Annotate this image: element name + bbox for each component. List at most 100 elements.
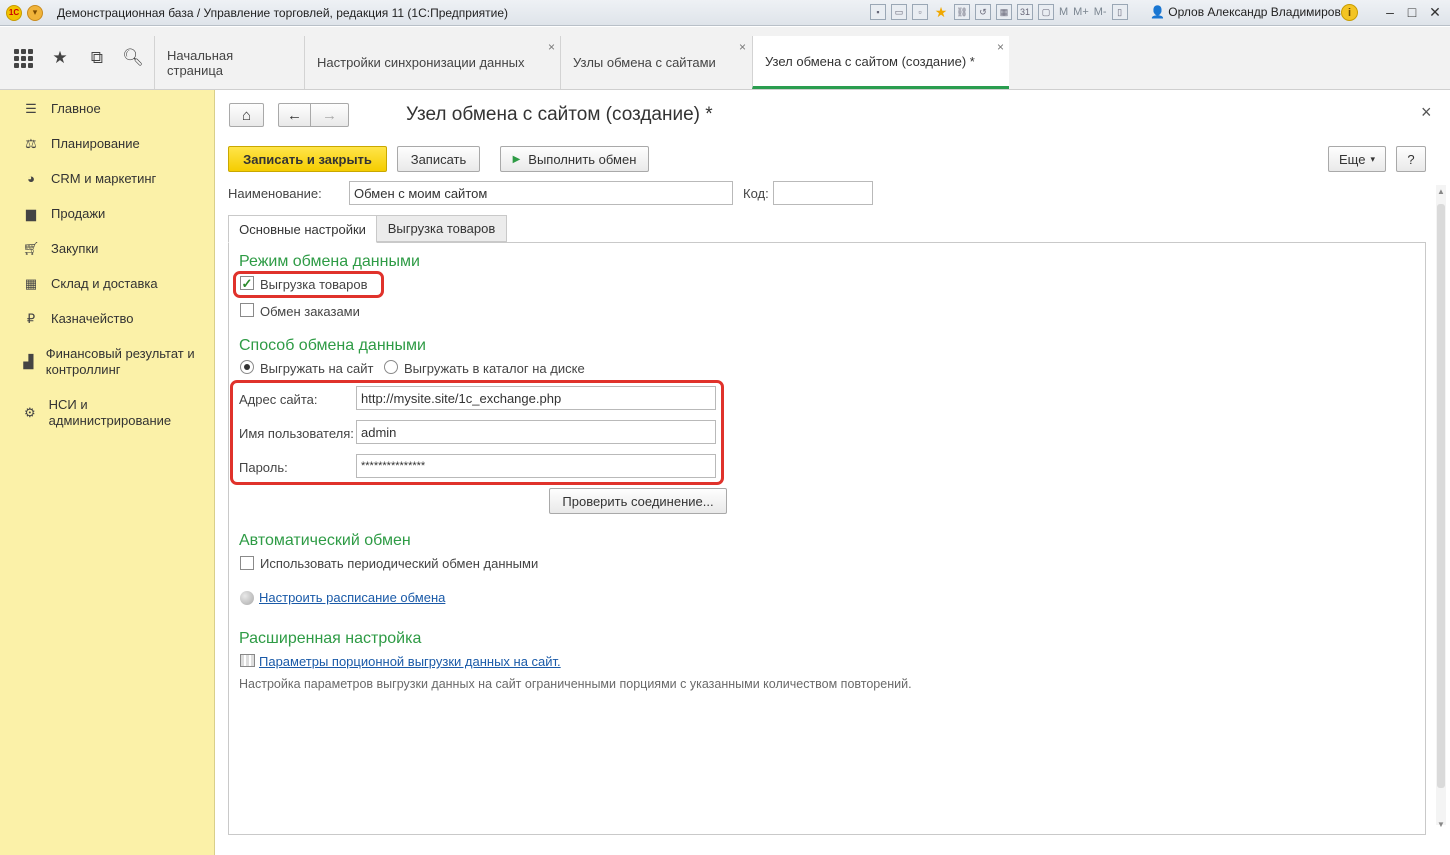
save-icon[interactable]: ▪ xyxy=(870,4,886,20)
upload-to-disk-radio[interactable] xyxy=(384,360,398,374)
run-exchange-label: Выполнить обмен xyxy=(528,151,637,167)
more-button[interactable]: Еще ▾ xyxy=(1328,146,1386,172)
tab-label: Начальная страница xyxy=(167,47,234,78)
tab-home[interactable]: Начальная страница xyxy=(154,36,303,89)
chevron-down-icon: ▾ xyxy=(1370,153,1375,164)
scroll-down-arrow-icon[interactable]: ▼ xyxy=(1437,820,1445,829)
code-input[interactable] xyxy=(773,181,873,205)
memory-minus-button[interactable]: M- xyxy=(1094,6,1107,18)
advanced-description: Настройка параметров выгрузки данных на … xyxy=(239,677,912,691)
upload-to-site-radio[interactable] xyxy=(240,360,254,374)
sidebar-item-sales[interactable]: ▆ Продажи xyxy=(22,206,105,222)
history-clock-icon[interactable]: ⧉ xyxy=(82,43,112,73)
exchange-orders-checkbox[interactable] xyxy=(240,303,254,317)
window-icon[interactable]: ▢ xyxy=(1038,4,1054,20)
sidebar-item-warehouse[interactable]: ▦ Склад и доставка xyxy=(22,276,158,292)
gear-icon: ⚙ xyxy=(23,405,36,420)
tab-label: Узлы обмена с сайтами xyxy=(573,55,716,70)
favorites-star-icon[interactable]: ★ xyxy=(45,43,75,73)
back-button[interactable]: ← xyxy=(278,103,311,127)
sections-sidebar: ☰ Главное ⚖ Планирование ◕ CRM и маркети… xyxy=(0,90,215,855)
home-button[interactable]: ⌂ xyxy=(229,103,264,127)
upload-to-disk-label: Выгружать в каталог на диске xyxy=(404,361,585,376)
periodic-exchange-checkbox[interactable] xyxy=(240,556,254,570)
shopping-bag-icon: ▆ xyxy=(26,206,36,221)
close-tab-icon[interactable]: × xyxy=(997,40,1004,54)
tab-exchange-nodes[interactable]: Узлы обмена с сайтами × xyxy=(560,36,751,89)
batch-export-params-link[interactable]: Параметры порционной выгрузки данных на … xyxy=(259,654,561,669)
print-icon[interactable]: ▭ xyxy=(891,4,907,20)
calendar-icon[interactable]: 31 xyxy=(1017,4,1033,20)
play-icon: ▶ xyxy=(512,153,521,165)
scroll-up-arrow-icon[interactable]: ▲ xyxy=(1437,187,1445,196)
close-window-button[interactable]: ✕ xyxy=(1424,2,1446,22)
menu-lines-icon: ☰ xyxy=(25,101,37,116)
name-label: Наименование: xyxy=(228,186,322,201)
form-content: ⌂ ← → Узел обмена с сайтом (создание) * … xyxy=(216,90,1450,855)
memory-m-button[interactable]: M xyxy=(1059,6,1068,18)
tab-label: Узел обмена с сайтом (создание) * xyxy=(765,53,975,69)
sidebar-item-admin[interactable]: ⚙ НСИ и администрирование xyxy=(22,397,192,429)
tab-goods-export[interactable]: Выгрузка товаров xyxy=(377,215,507,242)
preview-icon[interactable]: ▫ xyxy=(912,4,928,20)
section-auto-exchange: Автоматический обмен xyxy=(239,532,411,549)
more-label: Еще xyxy=(1339,151,1366,167)
upload-to-site-label: Выгружать на сайт xyxy=(260,361,374,376)
maximize-button[interactable]: □ xyxy=(1401,2,1423,22)
close-form-button[interactable]: × xyxy=(1421,102,1432,123)
planning-icon: ⚖ xyxy=(25,136,37,151)
section-advanced: Расширенная настройка xyxy=(239,630,422,647)
tab-main-settings[interactable]: Основные настройки xyxy=(228,215,377,243)
schedule-clock-icon xyxy=(240,591,254,605)
memory-plus-button[interactable]: M+ xyxy=(1073,6,1089,18)
table-settings-icon xyxy=(240,654,255,667)
code-label: Код: xyxy=(743,186,769,201)
panel-icon[interactable]: ▯ xyxy=(1111,4,1128,20)
save-button[interactable]: Записать xyxy=(397,146,480,172)
highlight-export-goods xyxy=(233,271,384,298)
current-user[interactable]: 👤 Орлов Александр Владимирович xyxy=(1150,5,1354,19)
pie-chart-icon: ◕ xyxy=(27,171,35,186)
link-icon[interactable]: ⛓ xyxy=(954,4,970,20)
forward-button[interactable]: → xyxy=(310,103,349,127)
calculator-icon[interactable]: ▦ xyxy=(996,4,1012,20)
periodic-exchange-label: Использовать периодический обмен данными xyxy=(260,556,539,571)
sidebar-item-treasury[interactable]: ₽ Казначейство xyxy=(22,311,134,327)
scrollbar-thumb[interactable] xyxy=(1437,204,1445,788)
configure-schedule-link[interactable]: Настроить расписание обмена xyxy=(259,590,445,605)
title-bar: 1С ▾ Демонстрационная база / Управление … xyxy=(0,0,1450,26)
run-exchange-button[interactable]: ▶ Выполнить обмен xyxy=(500,146,649,172)
bar-chart-icon: ▟ xyxy=(23,354,34,369)
warehouse-icon: ▦ xyxy=(24,276,38,291)
highlight-connection-fields xyxy=(230,380,724,485)
open-tabs-bar: ★ ⧉ 🔍︎ Начальная страница Настройки синх… xyxy=(0,27,1450,90)
tab-label: Настройки синхронизации данных xyxy=(317,55,525,70)
section-exchange-method: Способ обмена данными xyxy=(239,337,426,354)
save-and-close-button[interactable]: Записать и закрыть xyxy=(228,146,387,172)
tab-sync-settings[interactable]: Настройки синхронизации данных × xyxy=(304,36,560,89)
app-logo-icon[interactable]: 1С xyxy=(6,4,22,21)
check-connection-button[interactable]: Проверить соединение... xyxy=(549,488,727,514)
tab-exchange-node-create[interactable]: Узел обмена с сайтом (создание) * × xyxy=(752,36,1009,89)
history-icon[interactable]: ↺ xyxy=(975,4,991,20)
name-input[interactable]: Обмен с моим сайтом xyxy=(349,181,733,205)
close-tab-icon[interactable]: × xyxy=(548,40,555,54)
sidebar-item-main[interactable]: ☰ Главное xyxy=(22,101,101,117)
favorite-star-icon[interactable]: ★ xyxy=(933,4,949,20)
all-functions-icon[interactable] xyxy=(8,43,38,73)
title-toolbar: ▪ ▭ ▫ ★ ⛓ ↺ ▦ 31 ▢ M M+ M- ▯ xyxy=(870,4,1128,20)
user-icon: 👤 xyxy=(1150,5,1165,19)
close-tab-icon[interactable]: × xyxy=(739,40,746,54)
sidebar-item-crm[interactable]: ◕ CRM и маркетинг xyxy=(22,171,156,187)
main-menu-icon[interactable]: ▾ xyxy=(27,4,43,21)
info-icon[interactable]: i xyxy=(1341,4,1358,21)
cart-icon: 🛒︎ xyxy=(22,241,40,256)
minimize-button[interactable]: – xyxy=(1379,2,1401,22)
sidebar-item-purchases[interactable]: 🛒︎ Закупки xyxy=(22,241,99,257)
sidebar-item-planning[interactable]: ⚖ Планирование xyxy=(22,136,140,152)
window-title: Демонстрационная база / Управление торго… xyxy=(57,5,509,20)
search-icon[interactable]: 🔍︎ xyxy=(118,43,148,73)
section-exchange-mode: Режим обмена данными xyxy=(239,253,420,270)
help-button[interactable]: ? xyxy=(1396,146,1426,172)
sidebar-item-financial-result[interactable]: ▟ Финансовый результат и контроллинг xyxy=(22,346,207,378)
